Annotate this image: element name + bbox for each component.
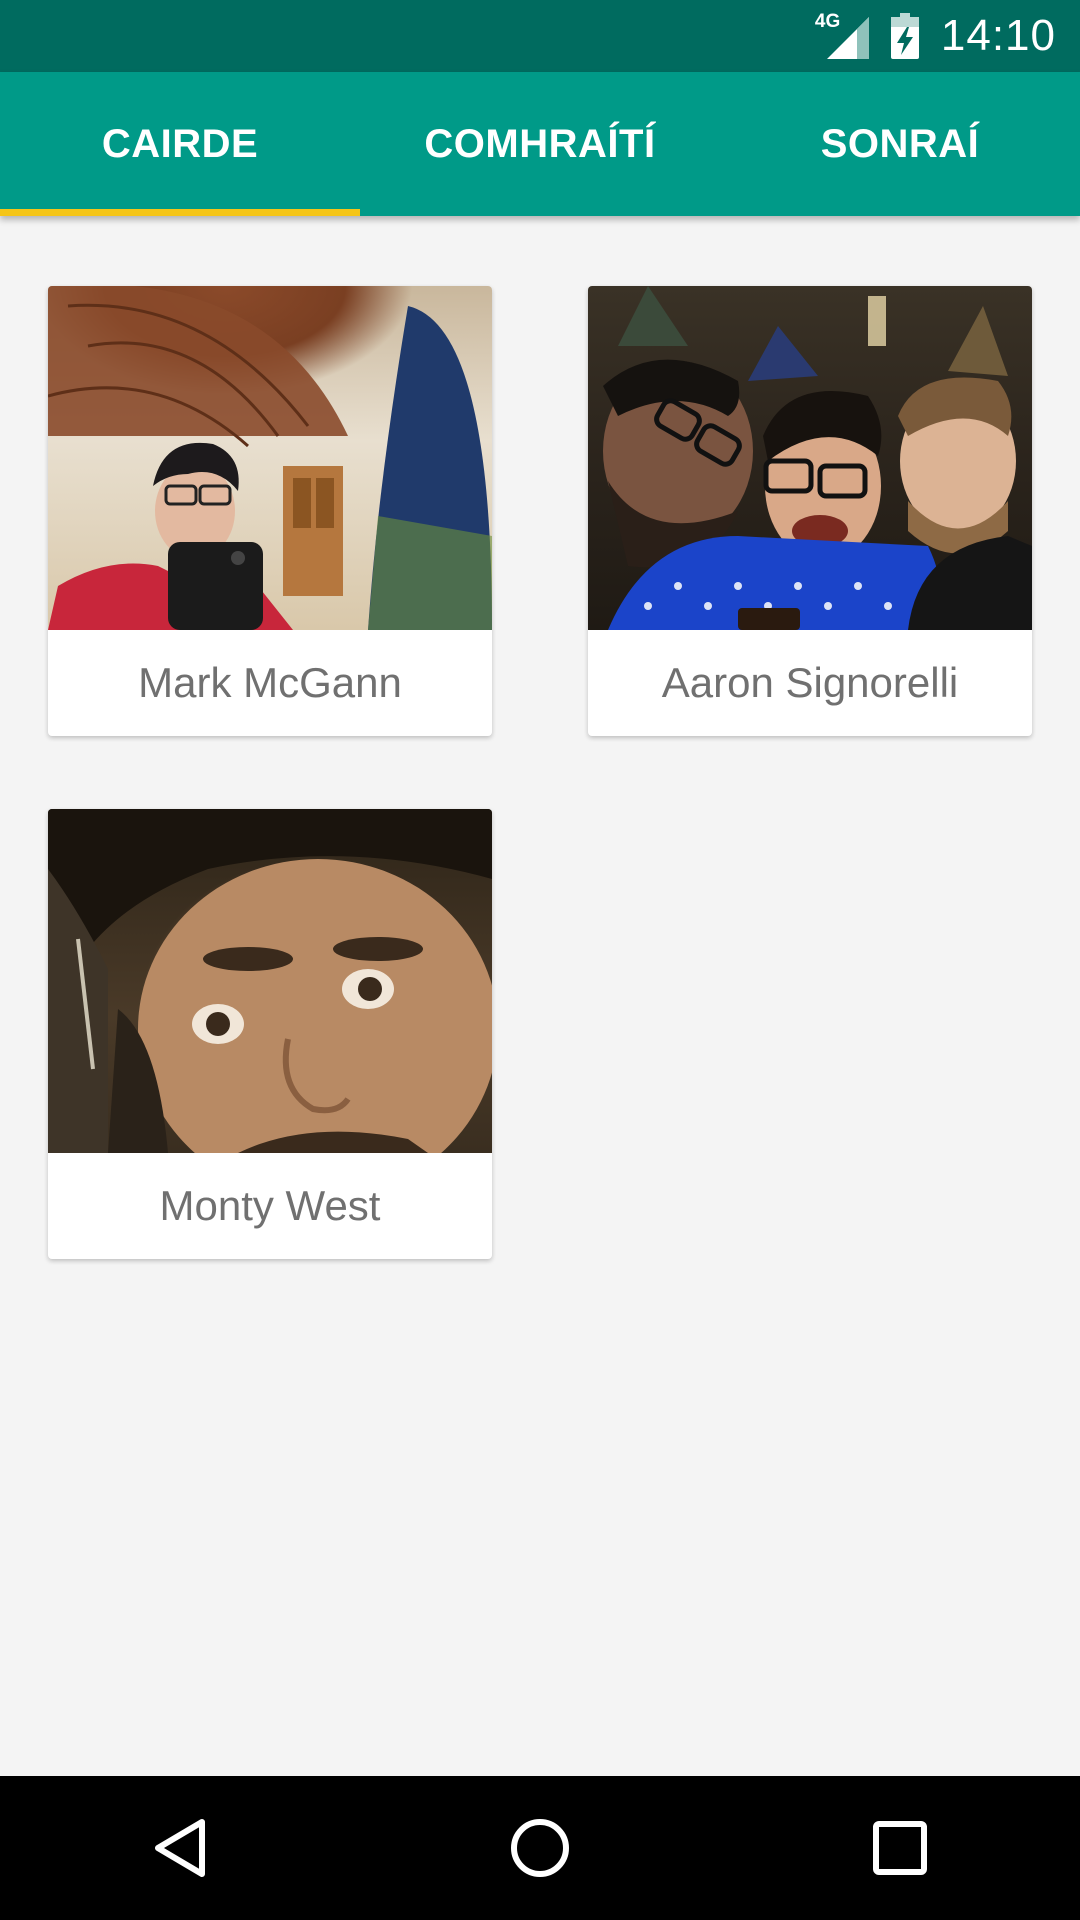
contact-photo [48, 809, 492, 1153]
back-icon [155, 1819, 205, 1877]
recents-button[interactable] [820, 1798, 980, 1898]
contact-name: Mark McGann [138, 659, 402, 706]
contact-card[interactable]: Mark McGann [48, 286, 492, 736]
contact-card[interactable]: Monty West [48, 809, 492, 1259]
tab-sonrai[interactable]: SONRAÍ [720, 72, 1080, 216]
contact-name: Monty West [159, 1182, 381, 1229]
tab-bar: CAIRDE COMHRAÍTÍ SONRAÍ [0, 72, 1080, 216]
status-bar: 4G 14:10 [0, 0, 1080, 72]
home-button[interactable] [460, 1798, 620, 1898]
contact-photo [48, 286, 492, 630]
navigation-bar [0, 1776, 1080, 1920]
back-button[interactable] [100, 1798, 260, 1898]
status-icons: 4G 14:10 [815, 0, 1056, 72]
recents-icon [873, 1821, 927, 1875]
tab-indicator [0, 209, 360, 216]
contact-card[interactable]: Aaron Signorelli [588, 286, 1032, 736]
battery-charging-icon [890, 13, 919, 59]
signal-icon: 4G [815, 11, 869, 59]
tab-comhraiti[interactable]: COMHRAÍTÍ [360, 72, 720, 216]
tab-label: CAIRDE [101, 121, 259, 166]
tab-cairde[interactable]: CAIRDE [0, 72, 360, 216]
app-screen: 4G 14:10 CAIRDE COMHRAÍTÍ SONRAÍ Mark Mc… [0, 0, 1080, 1920]
tab-label: SONRAÍ [820, 121, 980, 166]
tab-label: COMHRAÍTÍ [424, 121, 656, 166]
contact-name: Aaron Signorelli [661, 659, 959, 706]
clock: 14:10 [940, 11, 1056, 60]
home-icon [511, 1819, 569, 1877]
contact-photo [588, 286, 1032, 630]
